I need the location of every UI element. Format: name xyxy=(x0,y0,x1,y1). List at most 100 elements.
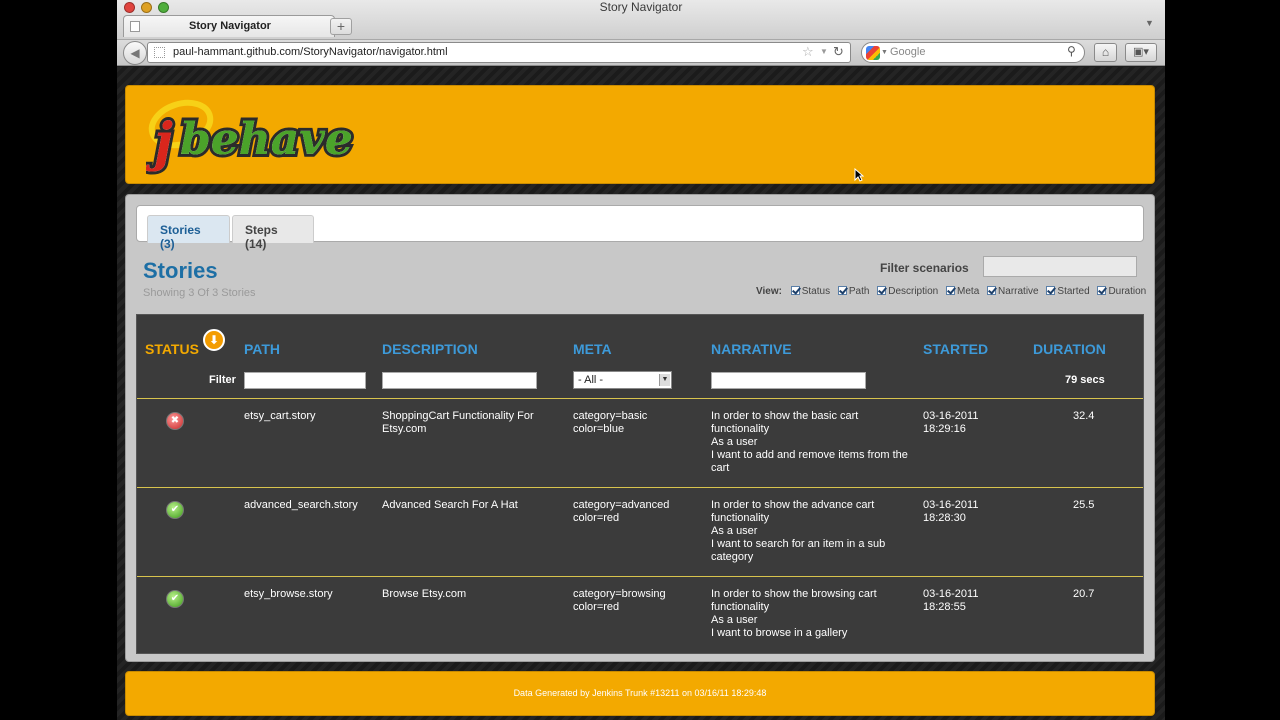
new-tab-button[interactable]: + xyxy=(330,18,352,35)
bookmark-star-icon[interactable]: ☆ xyxy=(802,44,814,60)
failed-status-icon: ✖ xyxy=(166,412,184,430)
column-header-duration[interactable]: DURATION xyxy=(1033,341,1106,357)
story-duration: 32.4 xyxy=(1073,410,1095,422)
started-time: 18:28:30 xyxy=(923,512,966,524)
checkbox-checked-icon[interactable] xyxy=(1097,286,1107,295)
screen: Story Navigator Story Navigator + ▼ ◀ pa… xyxy=(0,0,1280,720)
view-option-path[interactable]: Path xyxy=(837,286,870,297)
search-icon[interactable]: ⚲ xyxy=(1067,44,1076,58)
story-path[interactable]: etsy_browse.story xyxy=(244,588,333,601)
column-header-narrative[interactable]: NARRATIVE xyxy=(711,341,792,357)
history-dropdown-icon[interactable]: ▼ xyxy=(820,47,828,56)
svg-text:behave: behave xyxy=(180,114,353,165)
url-text[interactable]: paul-hammant.github.com/StoryNavigator/n… xyxy=(173,46,448,58)
passed-status-icon: ✔ xyxy=(166,501,184,519)
search-engine-dropdown-icon[interactable]: ▼ xyxy=(881,49,888,56)
meta-line: color=red xyxy=(573,512,620,524)
story-meta: category=basic color=blue xyxy=(573,410,703,436)
svg-text:j: j xyxy=(146,112,173,173)
sort-descending-icon[interactable]: ⬇ xyxy=(203,329,225,351)
url-bar[interactable]: paul-hammant.github.com/StoryNavigator/n… xyxy=(147,42,851,63)
view-option-duration[interactable]: Duration xyxy=(1097,286,1146,297)
checkbox-checked-icon[interactable] xyxy=(790,286,800,295)
browser-window: Story Navigator Story Navigator + ▼ ◀ pa… xyxy=(117,0,1165,720)
narrative-filter-input[interactable] xyxy=(711,372,866,389)
started-date: 03-16-2011 xyxy=(923,588,979,600)
story-duration: 20.7 xyxy=(1073,588,1095,600)
meta-line: category=browsing xyxy=(573,588,666,600)
view-option-label: Narrative xyxy=(998,286,1039,297)
favicon-icon xyxy=(154,47,165,58)
title-bar: Story Navigator Story Navigator + ▼ xyxy=(117,0,1165,40)
story-description: Browse Etsy.com xyxy=(382,588,467,600)
passed-status-icon: ✔ xyxy=(166,590,184,608)
checkbox-checked-icon[interactable] xyxy=(837,286,847,295)
jbehave-header: j j behave behave xyxy=(125,85,1155,184)
view-option-label: Path xyxy=(848,286,870,297)
home-button[interactable]: ⌂ xyxy=(1094,43,1117,62)
filter-scenarios-label: Filter scenarios xyxy=(880,261,969,275)
footer: Data Generated by Jenkins Trunk #13211 o… xyxy=(125,671,1155,716)
narrative-line: In order to show the basic cart function… xyxy=(711,410,859,435)
narrative-line: As a user xyxy=(711,614,758,626)
view-option-meta[interactable]: Meta xyxy=(946,286,979,297)
checkbox-checked-icon[interactable] xyxy=(987,286,997,295)
tab-list-chevron-icon[interactable]: ▼ xyxy=(1145,18,1154,28)
story-description: Advanced Search For A Hat xyxy=(382,499,518,511)
stories-table: STATUS ⬇ PATH DESCRIPTION META NARRATIVE… xyxy=(136,314,1144,654)
meta-line: color=blue xyxy=(573,423,625,435)
table-row[interactable]: ✖ etsy_cart.story ShoppingCart Functiona… xyxy=(137,398,1143,487)
checkbox-checked-icon[interactable] xyxy=(1046,286,1056,295)
table-row[interactable]: ✔ etsy_browse.story Browse Etsy.com cate… xyxy=(137,576,1143,665)
narrative-line: As a user xyxy=(711,436,758,448)
column-header-started[interactable]: STARTED xyxy=(923,341,988,357)
reload-icon[interactable]: ↻ xyxy=(833,44,844,60)
narrative-line: I want to add and remove items from the … xyxy=(711,449,908,474)
filter-scenarios-input[interactable] xyxy=(983,256,1137,277)
browser-tab-title: Story Navigator xyxy=(189,20,271,32)
view-option-narrative[interactable]: Narrative xyxy=(987,286,1039,297)
story-duration: 25.5 xyxy=(1073,499,1095,511)
column-header-meta[interactable]: META xyxy=(573,341,612,357)
description-filter-input[interactable] xyxy=(382,372,537,389)
window-title: Story Navigator xyxy=(599,0,683,14)
table-row[interactable]: ✔ advanced_search.story Advanced Search … xyxy=(137,487,1143,576)
narrative-line: I want to browse in a gallery xyxy=(711,627,848,639)
mouse-pointer-icon xyxy=(854,168,864,182)
story-path[interactable]: etsy_cart.story xyxy=(244,410,316,423)
view-option-started[interactable]: Started xyxy=(1046,286,1090,297)
browser-tab[interactable]: Story Navigator xyxy=(123,15,335,37)
meta-filter-select[interactable]: - All - ▼ xyxy=(573,371,672,389)
started-date: 03-16-2011 xyxy=(923,410,979,422)
story-path[interactable]: advanced_search.story xyxy=(244,499,358,512)
tab-stories[interactable]: Stories (3) xyxy=(147,215,230,251)
view-option-label: Meta xyxy=(957,286,980,297)
tab-steps[interactable]: Steps (14) xyxy=(232,215,314,251)
column-header-path[interactable]: PATH xyxy=(244,341,280,357)
view-option-status[interactable]: Status xyxy=(790,286,831,297)
checkbox-checked-icon[interactable] xyxy=(946,286,956,295)
google-icon[interactable] xyxy=(866,46,880,60)
view-option-label: Description xyxy=(888,286,939,297)
view-option-label: Status xyxy=(801,286,831,297)
jbehave-logo: j j behave behave xyxy=(146,99,356,176)
path-filter-input[interactable] xyxy=(244,372,366,389)
column-header-description[interactable]: DESCRIPTION xyxy=(382,341,478,357)
view-options: View: Status Path Description Meta Narra… xyxy=(756,286,1151,297)
started-time: 18:28:55 xyxy=(923,601,966,613)
total-duration: 79 secs xyxy=(1065,374,1105,386)
checkbox-checked-icon[interactable] xyxy=(877,286,887,295)
bookmarks-menu-button[interactable]: ▣▾ xyxy=(1125,43,1157,62)
back-button[interactable]: ◀ xyxy=(123,41,147,65)
story-started: 03-16-2011 18:28:55 xyxy=(923,588,1013,614)
search-bar[interactable]: ▼ Google ⚲ xyxy=(861,42,1085,63)
view-option-description[interactable]: Description xyxy=(877,286,938,297)
search-placeholder[interactable]: Google xyxy=(890,46,925,58)
meta-line: category=advanced xyxy=(573,499,670,511)
chevron-down-icon[interactable]: ▼ xyxy=(659,374,670,386)
meta-line: category=basic xyxy=(573,410,648,422)
column-header-status[interactable]: STATUS xyxy=(145,341,199,357)
narrative-line: I want to search for an item in a sub ca… xyxy=(711,538,886,563)
view-option-label: Started xyxy=(1057,286,1090,297)
story-started: 03-16-2011 18:29:16 xyxy=(923,410,1013,436)
